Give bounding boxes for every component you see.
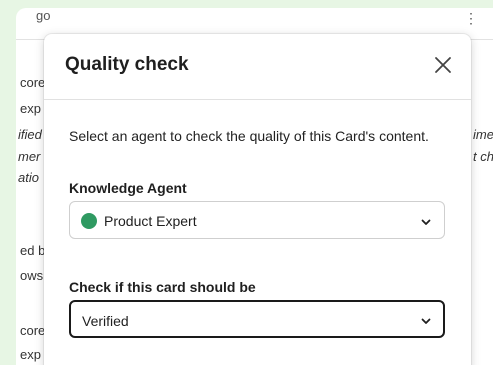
background-text-fragment: ed b	[20, 243, 46, 258]
background-text-fragment: ime	[473, 127, 493, 142]
more-options-icon[interactable]: ⋮	[464, 10, 478, 27]
agent-avatar-icon	[81, 213, 97, 229]
quality-check-modal: Quality check Select an agent to check t…	[44, 34, 471, 365]
close-button[interactable]	[430, 52, 456, 78]
background-text-fragment: exp	[20, 347, 41, 362]
verification-status-select[interactable]: Verified	[69, 300, 445, 338]
verification-status-label: Check if this card should be	[69, 279, 256, 295]
background-text-fragment: mer	[18, 149, 41, 164]
background-text-fragment: ified	[18, 127, 42, 142]
verification-status-value: Verified	[82, 313, 129, 329]
chevron-down-icon	[420, 314, 432, 326]
chevron-down-icon	[420, 215, 432, 227]
background-text-fragment: core	[20, 323, 46, 338]
background-text-fragment: ows	[20, 268, 44, 283]
background-topbar-text: go	[36, 8, 51, 23]
modal-header: Quality check	[44, 34, 471, 100]
modal-description: Select an agent to check the quality of …	[69, 128, 429, 144]
modal-title: Quality check	[65, 54, 189, 75]
background-text-fragment: t ch	[473, 149, 493, 164]
close-icon	[435, 57, 451, 73]
knowledge-agent-label: Knowledge Agent	[69, 180, 187, 196]
knowledge-agent-select[interactable]: Product Expert	[69, 201, 445, 239]
background-text-fragment: core	[20, 75, 46, 90]
screen: go ⋮ ✎ core exp ified mer atio ed b ows …	[0, 0, 493, 365]
background-text-fragment: atio	[18, 170, 39, 185]
knowledge-agent-value: Product Expert	[104, 213, 197, 229]
background-text-fragment: exp	[20, 101, 41, 116]
